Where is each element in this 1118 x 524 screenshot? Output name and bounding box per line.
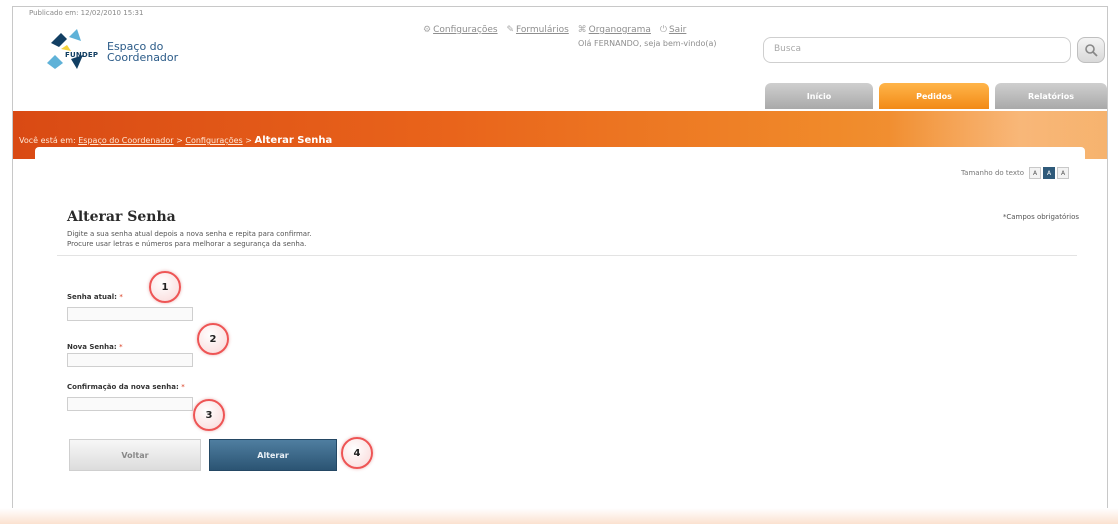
tab-inicio[interactable]: Início — [765, 83, 873, 109]
change-password-button[interactable]: Alterar — [209, 439, 337, 471]
logo-brand: FUNDEP — [65, 51, 99, 59]
current-password-field[interactable] — [67, 307, 193, 321]
browser-frame: Publicado em: 12/02/2010 15:31 FUNDEP Es… — [12, 6, 1108, 510]
search-button[interactable] — [1077, 37, 1105, 63]
search-input[interactable]: Busca — [763, 37, 1071, 63]
text-size-label: Tamanho do texto — [961, 169, 1024, 177]
breadcrumb-espaco[interactable]: Espaço do Coordenador — [78, 136, 173, 145]
current-password-label: Senha atual: * — [67, 293, 123, 301]
text-size-large[interactable]: A — [1057, 167, 1069, 179]
link-configuracoes[interactable]: Configurações — [433, 25, 497, 35]
gear-icon: ⚙ — [423, 25, 432, 35]
link-organograma[interactable]: Organograma — [589, 25, 651, 35]
new-password-label: Nova Senha: * — [67, 343, 123, 351]
main-tabs: Início Pedidos Relatórios — [765, 83, 1107, 109]
tab-relatorios[interactable]: Relatórios — [995, 83, 1107, 109]
confirm-password-field[interactable] — [67, 397, 193, 411]
form-icon: ✎ — [506, 25, 514, 35]
page-title: Alterar Senha — [67, 209, 176, 225]
site-logo[interactable]: FUNDEP Espaço do Coordenador — [37, 25, 197, 81]
text-size-small[interactable]: A — [1029, 167, 1041, 179]
breadcrumb-current: Alterar Senha — [254, 135, 333, 146]
step-badge-3: 3 — [193, 399, 225, 431]
confirm-password-label: Confirmação da nova senha: * — [67, 383, 185, 391]
back-button[interactable]: Voltar — [69, 439, 201, 471]
exit-icon: ⏻ — [659, 25, 667, 35]
required-fields-note: *Campos obrigatórios — [1002, 213, 1079, 221]
tab-pedidos[interactable]: Pedidos — [879, 83, 989, 109]
divider — [57, 255, 1077, 256]
page-description: Digite a sua senha atual depois a nova s… — [67, 230, 312, 248]
user-greeting: Olá FERNANDO, seja bem-vindo(a) — [578, 39, 717, 48]
breadcrumb-prefix: Você está em: — [19, 136, 76, 145]
fundep-logo-icon — [47, 29, 83, 69]
publish-date: Publicado em: 12/02/2010 15:31 — [29, 9, 144, 17]
link-sair[interactable]: Sair — [669, 25, 686, 35]
footer-glow — [0, 508, 1118, 524]
text-size-medium[interactable]: A — [1043, 167, 1055, 179]
text-size-control: Tamanho do texto A A A — [961, 167, 1069, 179]
step-badge-2: 2 — [197, 323, 229, 355]
breadcrumb-configuracoes[interactable]: Configurações — [185, 136, 242, 145]
step-badge-4: 4 — [341, 437, 373, 469]
link-formularios[interactable]: Formulários — [516, 25, 569, 35]
org-icon: ⌘ — [577, 25, 587, 35]
breadcrumb: Você está em: Espaço do Coordenador > Co… — [19, 135, 333, 146]
main-content: Tamanho do texto A A A Alterar Senha Dig… — [35, 147, 1085, 493]
app-title: Espaço do Coordenador — [107, 40, 179, 64]
new-password-field[interactable] — [67, 353, 193, 367]
top-links: ⚙ Configurações ✎ Formulários ⌘ Organograma… — [423, 25, 692, 35]
step-badge-1: 1 — [149, 271, 181, 303]
search-icon — [1085, 44, 1098, 57]
